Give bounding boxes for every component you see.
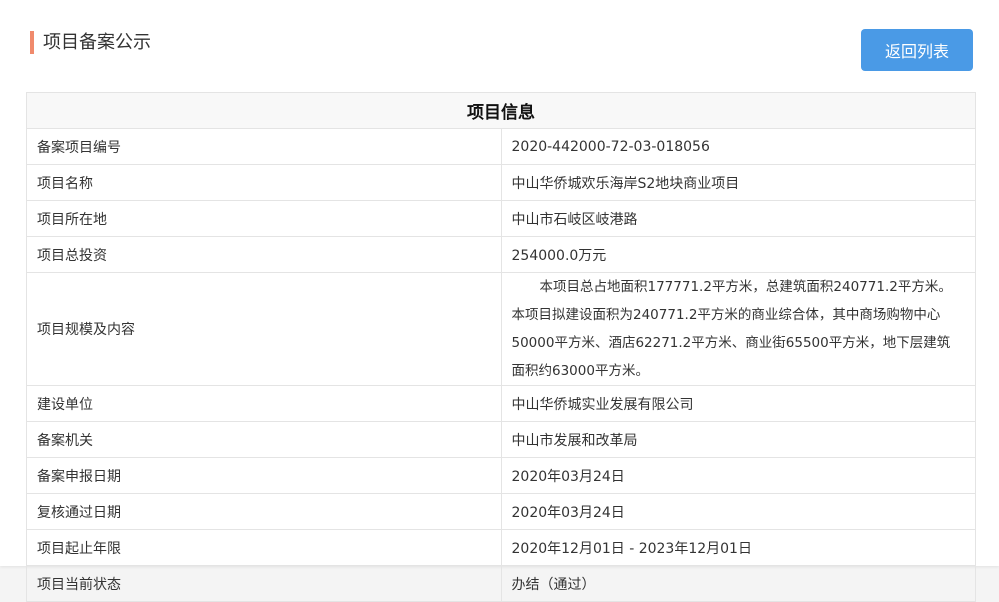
row-label: 复核通过日期: [26, 493, 502, 530]
table-row: 备案项目编号 2020-442000-72-03-018056: [26, 128, 976, 165]
row-value: 2020年03月24日: [500, 457, 976, 494]
row-value: 2020-442000-72-03-018056: [500, 128, 976, 165]
table-row: 项目所在地 中山市石岐区岐港路: [26, 200, 976, 237]
table-row: 项目起止年限 2020年12月01日 - 2023年12月01日: [26, 529, 976, 566]
row-label: 项目规模及内容: [26, 272, 502, 386]
table-row: 备案申报日期 2020年03月24日: [26, 457, 976, 494]
row-value: 2020年12月01日 - 2023年12月01日: [500, 529, 976, 566]
row-label: 备案项目编号: [26, 128, 502, 165]
table-row: 项目规模及内容 本项目总占地面积177771.2平方米，总建筑面积240771.…: [26, 272, 976, 386]
table-row: 项目当前状态 办结（通过）: [26, 565, 976, 602]
row-value: 2020年03月24日: [500, 493, 976, 530]
row-label: 备案机关: [26, 421, 502, 458]
row-value: 中山市发展和改革局: [500, 421, 976, 458]
table-row: 项目名称 中山华侨城欢乐海岸S2地块商业项目: [26, 164, 976, 201]
row-label: 项目名称: [26, 164, 502, 201]
row-value: 本项目总占地面积177771.2平方米，总建筑面积240771.2平方米。本项目…: [500, 272, 976, 386]
project-info-table: 项目信息 备案项目编号 2020-442000-72-03-018056 项目名…: [26, 92, 976, 602]
row-value: 中山市石岐区岐港路: [500, 200, 976, 237]
row-value: 中山华侨城实业发展有限公司: [500, 385, 976, 422]
row-label: 项目起止年限: [26, 529, 502, 566]
table-row: 备案机关 中山市发展和改革局: [26, 421, 976, 458]
row-label: 项目总投资: [26, 236, 502, 273]
page-title: 项目备案公示: [30, 31, 151, 54]
content-card: 项目备案公示 返回列表 项目信息 备案项目编号 2020-442000-72-0…: [0, 0, 999, 602]
row-label: 项目所在地: [26, 200, 502, 237]
row-value: 中山华侨城欢乐海岸S2地块商业项目: [500, 164, 976, 201]
table-row: 建设单位 中山华侨城实业发展有限公司: [26, 385, 976, 422]
table-row: 项目总投资 254000.0万元: [26, 236, 976, 273]
table-row: 复核通过日期 2020年03月24日: [26, 493, 976, 530]
back-to-list-button[interactable]: 返回列表: [861, 29, 973, 71]
row-label: 建设单位: [26, 385, 502, 422]
table-caption: 项目信息: [26, 92, 976, 129]
row-label: 项目当前状态: [26, 565, 502, 602]
row-label: 备案申报日期: [26, 457, 502, 494]
row-value: 254000.0万元: [500, 236, 976, 273]
row-value: 办结（通过）: [500, 565, 976, 602]
